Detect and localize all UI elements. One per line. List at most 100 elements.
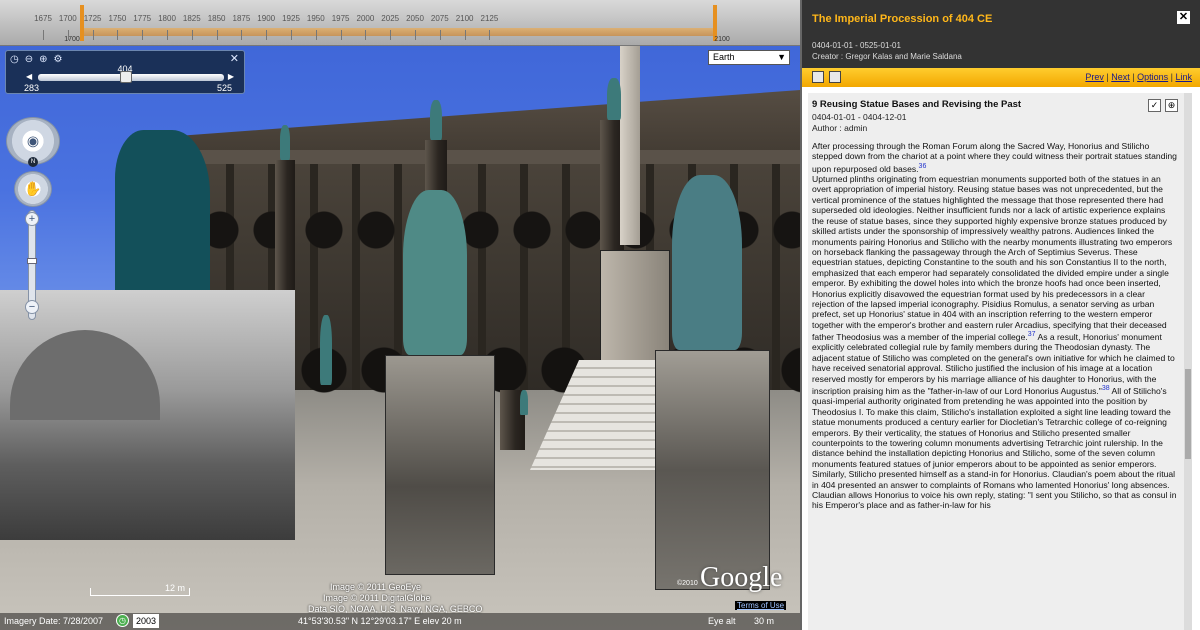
timeline-tick-label: 1675 [34,14,52,23]
detail-view-icon[interactable] [829,71,841,83]
year-min: 283 [24,83,40,93]
timeline-tick [340,30,342,40]
imagery-credit: Image © 2011 GeoEye [330,582,422,592]
timeline-tick [315,30,317,40]
historical-imagery-icon[interactable]: ◷ [116,614,129,627]
timeline-tick [142,30,144,40]
link-link[interactable]: Link [1175,72,1192,82]
year-max: 525 [216,83,232,93]
statue [520,390,528,415]
timeline-tick [167,30,168,40]
timeline-tick [43,30,44,40]
time-slider[interactable]: 1675 1700 1725 1750 1775 1800 1825 1850 1875 1900… [0,0,800,46]
statue [320,315,332,385]
entry-author: Author : admin [812,123,868,133]
prev-link[interactable]: Prev [1085,72,1104,82]
move-joystick[interactable]: ✋ [14,171,52,207]
entry-paragraph: All of Stilicho's quasi-imperial authori… [812,385,1177,511]
imagery-date: Imagery Date: 7/28/2007 [4,616,104,626]
north-indicator[interactable]: N [28,157,38,167]
pedestal-stilicho [655,350,770,590]
scrollbar-thumb[interactable] [1185,369,1191,459]
time-start-label: 1700 [64,36,80,43]
timeline-tick-label: 1775 [133,14,152,23]
entry-paragraph: After processing through the Roman Forum… [812,141,1177,174]
options-link[interactable]: Options [1137,72,1168,82]
timeline-tick [67,30,69,40]
layer-dropdown[interactable]: Earth ▼ [708,50,790,65]
pedestal-honorius [385,355,495,575]
close-icon[interactable]: ✕ [1177,11,1190,24]
tour-panel: The Imperial Procession of 404 CE ✕ 0404… [800,0,1200,630]
scale-label: 12 m [165,583,186,593]
timeline-tick [216,30,218,40]
eye-icon: ◉ [26,132,40,149]
panel-nav-links: Prev | Next | Options | Link [1085,72,1192,82]
entry-content[interactable]: 9 Reusing Statue Bases and Revising the … [808,93,1192,630]
historical-imagery-control: ◷ ⊖ ⊕ ⚙ ✕ 404 ◀ ▶ 283 525 [5,50,245,94]
terms-of-use-link[interactable]: Terms of Use [735,601,787,610]
column-statue [280,125,290,160]
timeline-tick-label: 1825 [182,14,201,23]
entry-body: After processing through the Roman Forum… [812,141,1178,511]
google-logo: Google [700,562,783,593]
timeline-tick-label: 1950 [306,14,325,23]
timeline-tick-label: 1725 [83,14,102,23]
timeline-tick [390,30,392,40]
step-forward-icon[interactable]: ▶ [228,72,234,81]
list-view-icon[interactable] [812,71,824,83]
statue-honorius[interactable] [403,190,467,355]
column-statue [430,100,442,140]
panel-title: The Imperial Procession of 404 CE [812,13,993,25]
timeline-tick [464,30,466,40]
equestrian-silhouette [115,130,210,290]
timeline-tick-label: 2000 [356,14,375,23]
column [275,160,295,310]
zoom-out-button[interactable]: − [25,300,39,314]
scrollbar[interactable] [1184,93,1192,630]
timeline-tick-label: 1900 [257,14,276,23]
eye-alt-label: Eye alt [708,616,736,626]
next-link[interactable]: Next [1111,72,1130,82]
timeline-tick-label: 1750 [108,14,127,23]
layer-dropdown-value: Earth [713,52,735,62]
time-range[interactable] [82,28,714,36]
coordinates-readout: 41°53'30.53" N 12°29'03.17" E elev 20 m [298,616,462,626]
timeline-tick-label: 1850 [207,14,226,23]
timeline-tick-label: 2025 [381,14,400,23]
step-back-icon[interactable]: ◀ [26,72,32,81]
zoom-in-button[interactable]: + [25,212,39,226]
timeline-tick [489,30,491,40]
entry-dates: 0404-01-01 - 0404-12-01 [812,112,907,122]
globe-viewport[interactable]: ◉ N ✋ + − 12 m Image © 2011 GeoEye Image… [0,0,800,630]
hand-icon: ✋ [24,180,42,197]
statue-stilicho[interactable] [672,175,742,350]
timeline-tick-label: 1700 [58,14,77,23]
timeline-tick-label: 1800 [158,14,176,23]
chevron-down-icon: ▼ [777,52,786,62]
imagery-credit: Image © 2011 DigitalGlobe [323,593,431,603]
footnote-link[interactable]: 36 [919,163,927,170]
timeline-tick-label: 2100 [455,14,474,23]
timeline-tick [439,30,441,40]
timeline-tick-label: 2050 [406,14,424,23]
zoom-slider-knob[interactable] [27,258,37,264]
imagery-year: 2003 [133,614,159,628]
timeline-ticks: 1675 1700 1725 1750 1775 1800 1825 1850 1875 1900… [0,14,800,26]
checkmark-icon[interactable]: ✓ [1148,99,1161,112]
timeline-tick [415,30,416,40]
panel-header: The Imperial Procession of 404 CE ✕ 0404… [802,0,1200,68]
entry-paragraph: Upturned plinths originating from equest… [812,174,1173,343]
timeline-tick [365,30,367,40]
timeline-tick [117,30,119,40]
timeline-tick [241,30,243,40]
zoom-to-icon[interactable]: ⊕ [1165,99,1178,112]
timeline-tick [291,30,292,40]
timeline-tick [266,30,268,40]
timeline-tick-label: 1925 [282,14,300,23]
timeline-tick [92,30,94,40]
footnote-link[interactable]: 37 [1028,331,1036,338]
time-start-handle[interactable] [80,5,84,41]
year-slider-knob[interactable] [120,71,132,83]
footnote-link[interactable]: 38 [1102,385,1110,392]
